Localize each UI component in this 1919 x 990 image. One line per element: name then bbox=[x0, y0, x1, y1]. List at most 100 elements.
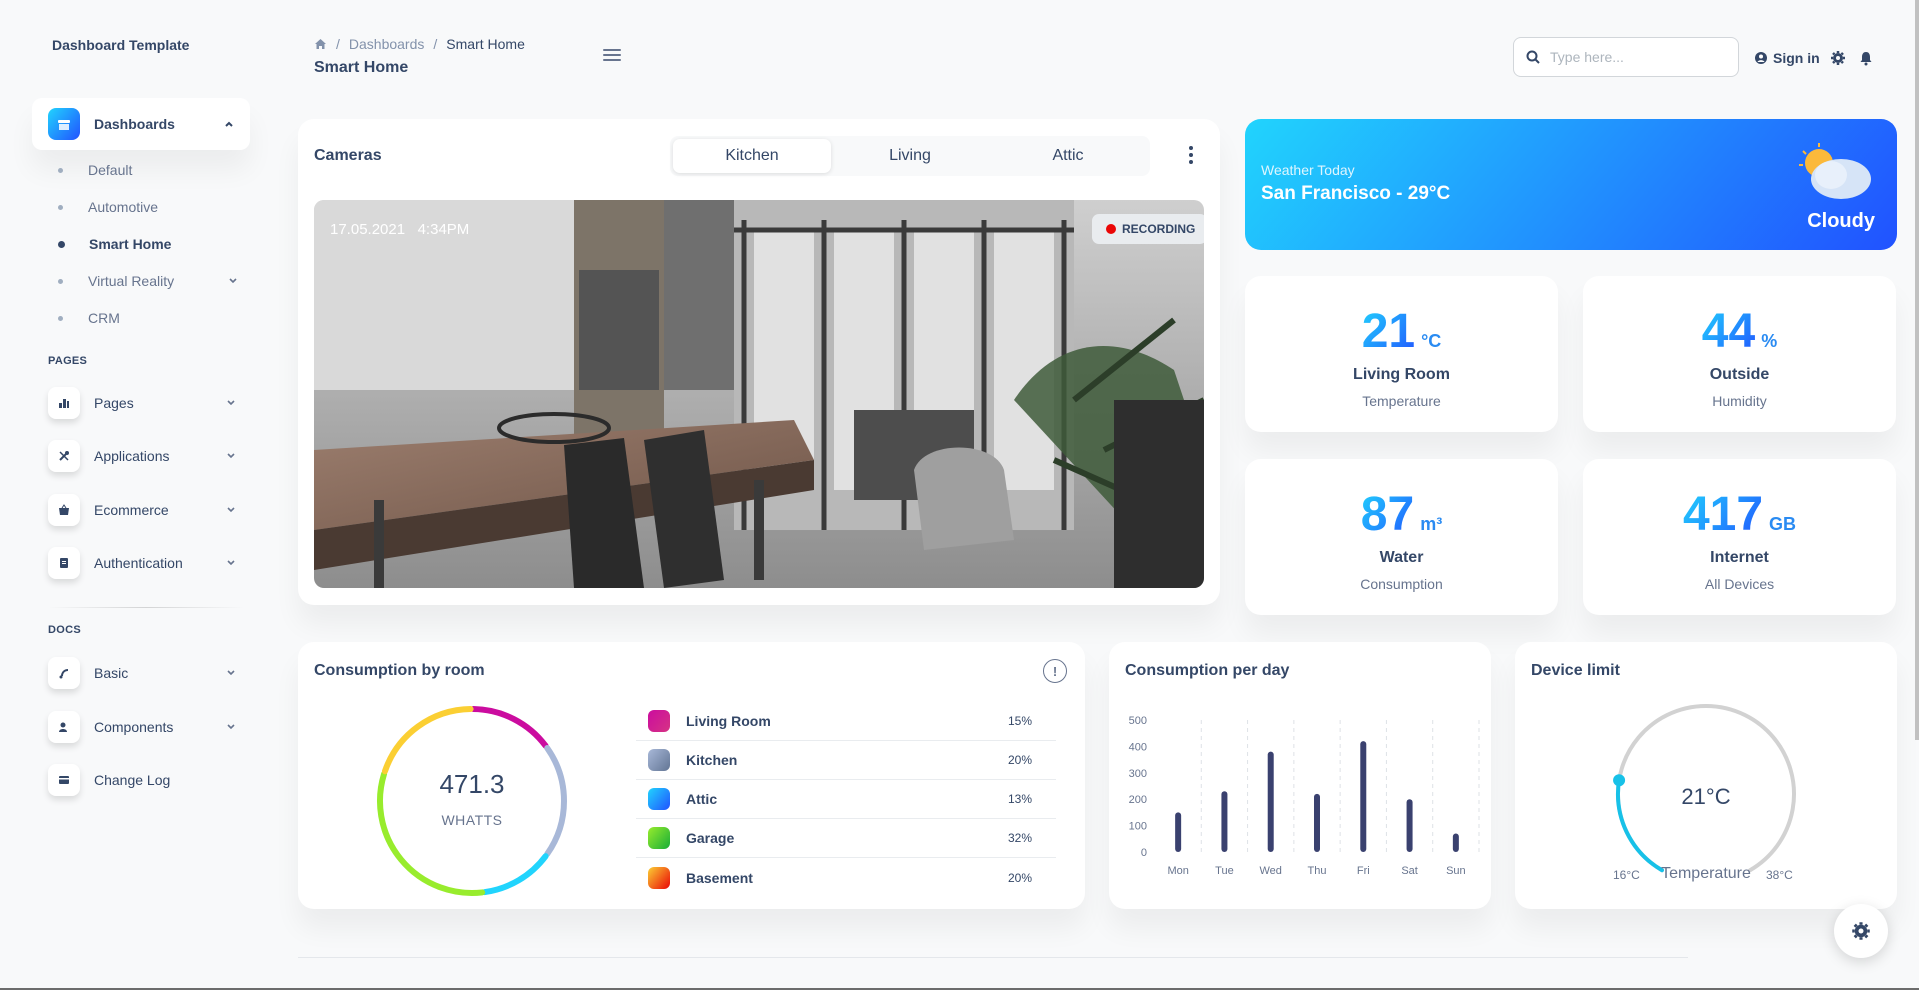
brand-name[interactable]: Dashboard Template bbox=[52, 37, 189, 53]
tools-icon bbox=[48, 440, 80, 472]
stat-unit: m³ bbox=[1420, 514, 1443, 534]
breadcrumb-dashboards[interactable]: Dashboards bbox=[349, 36, 425, 52]
sidebar-item-basic[interactable]: Basic bbox=[48, 657, 248, 689]
consumption-room-card: Consumption by room ! 471.3 WHATTS Livin… bbox=[298, 642, 1085, 909]
sidebar-item-change-log[interactable]: Change Log bbox=[48, 764, 248, 796]
sidebar-subitem-label: CRM bbox=[88, 310, 120, 326]
gauge-label: Temperature bbox=[1661, 865, 1751, 882]
stat-number: 44 bbox=[1701, 305, 1756, 358]
bar-thu[interactable] bbox=[1314, 793, 1320, 852]
chevron-down-icon bbox=[227, 400, 235, 406]
room-row-basement: Basement 20% bbox=[636, 858, 1056, 897]
search-box[interactable] bbox=[1513, 37, 1739, 77]
donut-total-value: 471.3 bbox=[439, 769, 505, 799]
x-tick-label: Fri bbox=[1357, 865, 1370, 877]
tab-attic[interactable]: Attic bbox=[989, 139, 1147, 173]
x-tick-label: Thu bbox=[1308, 865, 1327, 877]
consumption-day-title: Consumption per day bbox=[1125, 662, 1290, 679]
sign-in-link[interactable]: Sign in bbox=[1754, 50, 1820, 66]
stat-value: 417 GB bbox=[1583, 487, 1896, 542]
donut-slice-attic bbox=[481, 853, 549, 896]
x-tick-label: Wed bbox=[1260, 865, 1282, 877]
footer-divider bbox=[298, 957, 1688, 958]
room-row-kitchen: Kitchen 20% bbox=[636, 741, 1056, 780]
menu-toggle-icon[interactable] bbox=[603, 49, 621, 64]
device-limit-card: Device limit 21°C Temperature 16°C 38°C bbox=[1515, 642, 1897, 909]
chevron-down-icon bbox=[227, 507, 235, 513]
bar-sat[interactable] bbox=[1406, 799, 1413, 852]
configurator-button[interactable] bbox=[1834, 904, 1888, 958]
bar-fri[interactable] bbox=[1360, 741, 1367, 852]
bar-sun[interactable] bbox=[1452, 833, 1459, 852]
stat-title: Internet bbox=[1710, 549, 1769, 566]
sidebar-item-ecommerce[interactable]: Ecommerce bbox=[48, 494, 248, 526]
sidebar-subitem-smart-home[interactable]: Smart Home bbox=[58, 236, 238, 252]
x-tick-label: Mon bbox=[1167, 865, 1188, 877]
sidebar-item-label: Authentication bbox=[94, 555, 183, 571]
sidebar-item-dashboards[interactable]: Dashboards bbox=[32, 98, 250, 150]
sidebar-item-applications[interactable]: Applications bbox=[48, 440, 248, 472]
clipboard-icon bbox=[48, 547, 80, 579]
y-tick-label: 100 bbox=[1129, 821, 1147, 833]
bar-mon[interactable] bbox=[1175, 812, 1182, 852]
recording-label: RECORDING bbox=[1122, 222, 1196, 236]
stat-unit: GB bbox=[1769, 514, 1797, 534]
y-tick-label: 500 bbox=[1129, 715, 1147, 727]
stat-subtitle: Consumption bbox=[1360, 576, 1443, 592]
more-options-icon[interactable] bbox=[1189, 146, 1195, 167]
user-icon bbox=[48, 711, 80, 743]
y-tick-label: 200 bbox=[1129, 794, 1147, 806]
camera-image bbox=[314, 200, 1204, 588]
settings-icon[interactable] bbox=[1830, 50, 1846, 66]
sidebar-subitem-crm[interactable]: CRM bbox=[58, 310, 238, 326]
search-input[interactable] bbox=[1550, 49, 1720, 65]
info-icon[interactable]: ! bbox=[1043, 659, 1067, 683]
room-row-garage: Garage 32% bbox=[636, 819, 1056, 858]
sidebar-item-label: Components bbox=[94, 719, 174, 735]
sidebar-subitem-automotive[interactable]: Automotive bbox=[58, 199, 238, 215]
x-tick-label: Sat bbox=[1401, 865, 1418, 877]
sidebar-subitem-default[interactable]: Default bbox=[58, 162, 238, 178]
sidebar-item-label: Pages bbox=[94, 395, 134, 411]
bar-wed[interactable] bbox=[1267, 751, 1274, 852]
sign-in-label: Sign in bbox=[1773, 50, 1820, 66]
consumption-day-card: Consumption per day 0 100 200 300 400 500 Mon T… bbox=[1109, 642, 1491, 909]
room-color-swatch bbox=[648, 827, 670, 849]
stat-title: Outside bbox=[1709, 366, 1770, 383]
tab-living[interactable]: Living bbox=[831, 139, 989, 173]
sidebar-item-label: Basic bbox=[94, 665, 129, 681]
sidebar-item-authentication[interactable]: Authentication bbox=[48, 547, 248, 579]
room-name: Living Room bbox=[686, 713, 771, 729]
sidebar-item-components[interactable]: Components bbox=[48, 711, 248, 743]
stat-title: Water bbox=[1379, 549, 1424, 566]
tab-kitchen[interactable]: Kitchen bbox=[673, 139, 831, 173]
sidebar-subitem-virtual-reality[interactable]: Virtual Reality bbox=[58, 273, 238, 289]
home-icon[interactable] bbox=[314, 38, 327, 50]
bar-tue[interactable] bbox=[1221, 791, 1228, 852]
device-limit-title: Device limit bbox=[1531, 662, 1620, 679]
room-color-swatch bbox=[648, 749, 670, 771]
recording-badge: RECORDING bbox=[1092, 214, 1204, 244]
room-name: Garage bbox=[686, 830, 735, 846]
stat-number: 87 bbox=[1360, 488, 1415, 541]
camera-feed[interactable]: 17.05.2021 4:34PM RECORDING bbox=[314, 200, 1204, 588]
scrollbar[interactable] bbox=[1915, 0, 1919, 740]
bell-icon[interactable] bbox=[1858, 50, 1874, 66]
y-tick-label: 400 bbox=[1129, 741, 1147, 753]
sidebar-item-pages[interactable]: Pages bbox=[48, 387, 248, 419]
rocket-icon bbox=[48, 657, 80, 689]
stat-card-humidity: 44% Outside Humidity bbox=[1583, 276, 1896, 432]
y-tick-label: 0 bbox=[1141, 847, 1147, 859]
room-row-attic: Attic 13% bbox=[636, 780, 1056, 819]
donut-slice-living-room bbox=[470, 706, 549, 749]
weather-label: Weather Today bbox=[1261, 162, 1355, 178]
bullet-icon bbox=[58, 278, 63, 284]
camera-timestamp: 17.05.2021 4:34PM bbox=[330, 221, 469, 238]
room-percent: 32% bbox=[1007, 831, 1032, 845]
sidebar: Dashboard Template Dashboards Default Au… bbox=[0, 0, 260, 990]
sidebar-item-label: Dashboards bbox=[94, 116, 175, 132]
cameras-title: Cameras bbox=[314, 147, 382, 164]
breadcrumb-current: Smart Home bbox=[446, 36, 525, 52]
weather-condition: Cloudy bbox=[1807, 210, 1875, 232]
sidebar-subitem-label: Virtual Reality bbox=[88, 273, 175, 289]
